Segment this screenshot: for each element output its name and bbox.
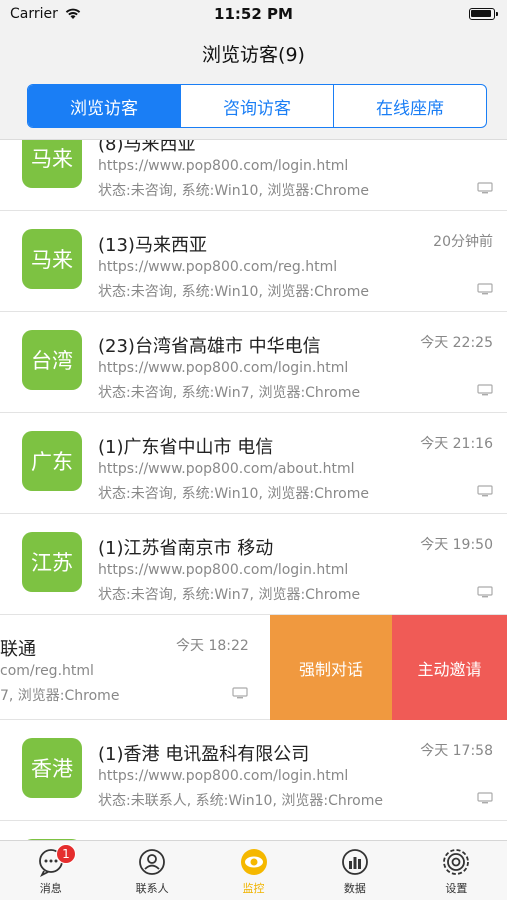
list-item[interactable]: 台湾 (23)台湾省高雄市 中华电信 今天 22:25 https://www.… xyxy=(0,312,507,413)
visit-time: 今天 21:16 xyxy=(420,436,493,452)
chart-icon xyxy=(342,849,368,875)
tab-label: 监控 xyxy=(242,882,265,895)
region-avatar: 江苏 xyxy=(22,532,82,592)
visitor-name: (13)马来西亚 xyxy=(98,235,207,256)
nav-bar: 浏览访客(9) xyxy=(0,28,507,76)
tab-label: 设置 xyxy=(445,882,468,895)
tab-data[interactable]: 数据 xyxy=(304,841,405,900)
visit-time: 今天 19:50 xyxy=(420,537,493,553)
visitor-url: https://www.pop800.com/login.html xyxy=(98,158,349,174)
visit-time: 今天 18:22 xyxy=(176,638,249,654)
tab-label: 消息 xyxy=(39,882,62,895)
list-item-swiped[interactable]: 联通 今天 18:22 com/reg.html 7, 浏览器:Chrome 强… xyxy=(0,615,507,720)
list-item[interactable]: 马来 (13)马来西亚 20分钟前 https://www.pop800.com… xyxy=(0,211,507,312)
status-bar: Carrier 11:52 PM xyxy=(0,0,507,28)
clock: 11:52 PM xyxy=(214,5,293,23)
visitor-info: 状态:未联系人, 系统:Win10, 浏览器:Chrome xyxy=(98,793,383,809)
visitor-info: 状态:未咨询, 系统:Win7, 浏览器:Chrome xyxy=(98,587,361,603)
segment-bar: 浏览访客 咨询访客 在线座席 xyxy=(0,76,507,140)
region-avatar: 马来 xyxy=(22,229,82,289)
visitor-info: 状态:未咨询, 系统:Win10, 浏览器:Chrome xyxy=(98,183,369,199)
visit-time: 今天 17:58 xyxy=(420,743,493,759)
swiped-row-content: 联通 今天 18:22 com/reg.html 7, 浏览器:Chrome xyxy=(0,615,270,716)
visitor-url: https://www.pop800.com/login.html xyxy=(98,562,349,578)
contacts-icon xyxy=(139,849,166,875)
desktop-icon xyxy=(477,586,493,598)
visitor-list: 马来 (8)马来西亚 https://www.pop800.com/login.… xyxy=(0,140,507,840)
desktop-icon xyxy=(477,283,493,295)
visitor-info: 状态:未咨询, 系统:Win10, 浏览器:Chrome xyxy=(98,284,369,300)
force-chat-button[interactable]: 强制对话 xyxy=(270,615,392,720)
list-item[interactable]: 广东 (1)广东省中山市 电信 今天 21:16 https://www.pop… xyxy=(0,413,507,514)
desktop-icon xyxy=(477,485,493,497)
desktop-icon xyxy=(477,792,493,804)
visitor-name: (1)香港 电讯盈科有限公司 xyxy=(98,744,310,765)
visitor-info: 状态:未咨询, 系统:Win7, 浏览器:Chrome xyxy=(98,385,361,401)
visitor-url: com/reg.html xyxy=(0,663,94,679)
region-avatar: 马来 xyxy=(22,140,82,188)
tab-label: 联系人 xyxy=(135,882,169,895)
desktop-icon xyxy=(477,384,493,396)
visitor-name: (8)马来西亚 xyxy=(98,140,196,155)
visitor-name: (1)江苏省南京市 移动 xyxy=(98,538,274,559)
tab-contacts[interactable]: 联系人 xyxy=(101,841,202,900)
desktop-icon xyxy=(477,182,493,194)
region-avatar: 广东 xyxy=(22,431,82,491)
region-avatar: 香港 xyxy=(22,738,82,798)
tab-bar: 1 消息 联系人 监控 数据 设置 xyxy=(0,840,507,900)
list-item[interactable] xyxy=(0,821,507,840)
region-avatar: 台湾 xyxy=(22,330,82,390)
visitor-info: 7, 浏览器:Chrome xyxy=(0,688,120,704)
tab-settings[interactable]: 设置 xyxy=(406,841,507,900)
gear-icon xyxy=(443,849,470,875)
visit-time: 20分钟前 xyxy=(433,234,493,250)
visitor-url: https://www.pop800.com/login.html xyxy=(98,360,349,376)
tab-online-agents[interactable]: 在线座席 xyxy=(334,85,486,127)
list-item[interactable]: 香港 (1)香港 电讯盈科有限公司 今天 17:58 https://www.p… xyxy=(0,720,507,821)
monitor-eye-icon xyxy=(240,849,267,875)
visit-time: 今天 22:25 xyxy=(420,335,493,351)
invite-button[interactable]: 主动邀请 xyxy=(392,615,507,720)
list-item[interactable]: 江苏 (1)江苏省南京市 移动 今天 19:50 https://www.pop… xyxy=(0,514,507,615)
visitor-name: (23)台湾省高雄市 中华电信 xyxy=(98,336,321,357)
visitor-url: https://www.pop800.com/about.html xyxy=(98,461,355,477)
tab-monitor[interactable]: 监控 xyxy=(203,841,304,900)
visitor-info: 状态:未咨询, 系统:Win10, 浏览器:Chrome xyxy=(98,486,369,502)
tab-label: 数据 xyxy=(343,882,366,895)
tab-messages[interactable]: 1 消息 xyxy=(0,841,101,900)
tab-browsing-visitors[interactable]: 浏览访客 xyxy=(28,85,181,127)
tab-consulting-visitors[interactable]: 咨询访客 xyxy=(181,85,334,127)
visitor-url: https://www.pop800.com/reg.html xyxy=(98,259,338,275)
visitor-name: (1)广东省中山市 电信 xyxy=(98,437,274,458)
desktop-icon xyxy=(232,687,248,699)
page-title: 浏览访客(9) xyxy=(202,44,305,66)
list-item[interactable]: 马来 (8)马来西亚 https://www.pop800.com/login.… xyxy=(0,140,507,211)
visitor-name: 联通 xyxy=(0,639,36,660)
unread-badge: 1 xyxy=(56,844,76,864)
battery-icon xyxy=(469,8,498,20)
segmented-control: 浏览访客 咨询访客 在线座席 xyxy=(27,84,487,128)
visitor-url: https://www.pop800.com/login.html xyxy=(98,768,349,784)
